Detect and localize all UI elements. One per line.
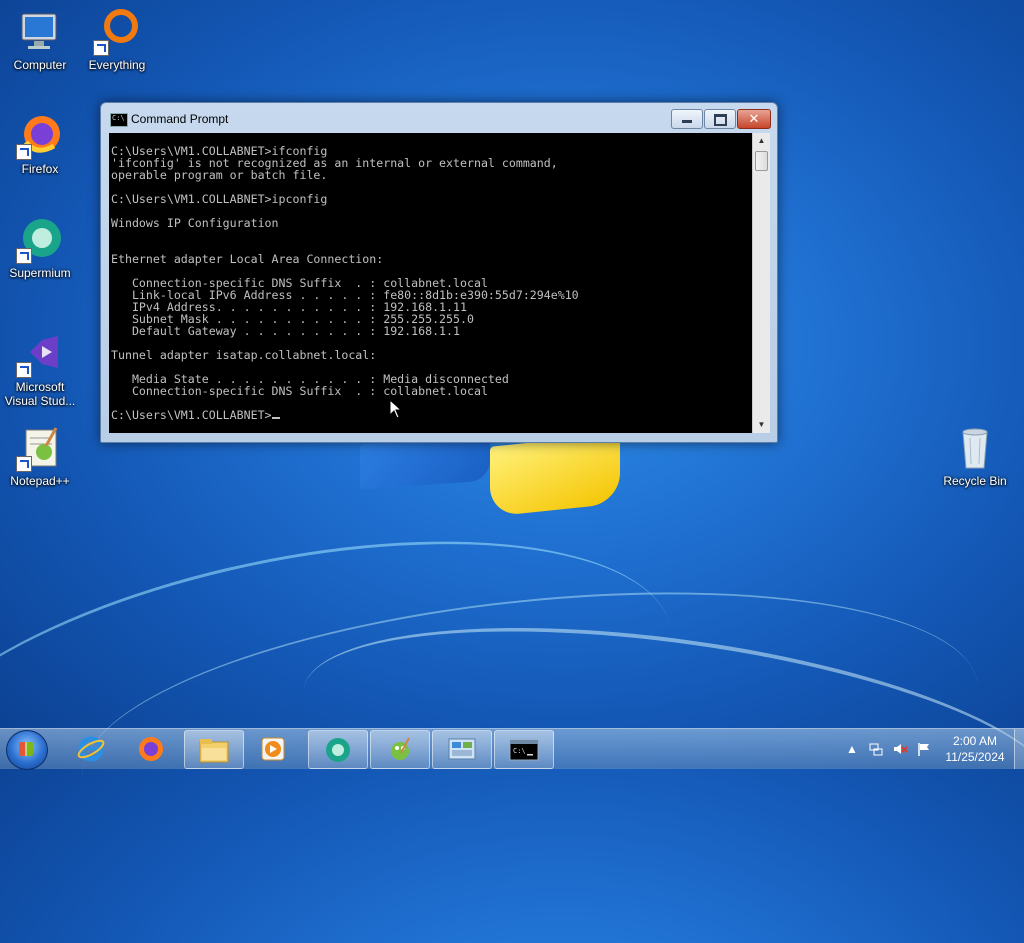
close-button[interactable] — [737, 109, 771, 129]
console-prompt: C:\Users\VM1.COLLABNET> — [111, 408, 272, 422]
shortcut-arrow-icon — [93, 40, 109, 56]
scroll-up-arrow-icon[interactable]: ▲ — [753, 133, 770, 149]
mouse-pointer-icon — [389, 399, 403, 419]
visual-studio-icon — [16, 330, 64, 378]
desktop-icon-supermium[interactable]: Supermium — [0, 216, 80, 280]
shortcut-arrow-icon — [16, 456, 32, 472]
taskbar-firefox[interactable] — [122, 730, 180, 767]
command-prompt-window[interactable]: Command Prompt C:\Users\VM1.COLLABNET>if… — [100, 102, 778, 443]
notepad-plus-plus-icon — [391, 737, 410, 760]
desktop-icon-label: Recycle Bin — [943, 474, 1007, 488]
taskbar-media-player[interactable] — [244, 730, 302, 767]
notepad-plus-plus-icon — [16, 424, 64, 472]
volume-muted-icon[interactable] — [892, 741, 908, 757]
cmd-window-icon — [110, 113, 128, 127]
desktop-icon-recycle-bin[interactable]: Recycle Bin — [935, 424, 1015, 488]
desktop-icon-label: Supermium — [9, 266, 71, 280]
desktop-icon-label: Microsoft Visual Stud... — [4, 380, 76, 408]
taskbar-clock[interactable]: 2:00 AM 11/25/2024 — [940, 733, 1010, 765]
supermium-icon — [326, 737, 350, 762]
desktop-icon-label: Everything — [88, 58, 146, 72]
taskbar-control-panel[interactable] — [432, 730, 492, 769]
maximize-button[interactable] — [704, 109, 736, 129]
desktop-icon-label: Computer — [13, 58, 67, 72]
console-output[interactable]: C:\Users\VM1.COLLABNET>ifconfig 'ifconfi… — [109, 133, 752, 433]
desktop-icon-visual-studio[interactable]: Microsoft Visual Stud... — [0, 330, 80, 408]
taskbar-notepad-plus-plus[interactable] — [370, 730, 430, 769]
desktop-icon-label: Notepad++ — [10, 474, 70, 488]
clock-date: 11/25/2024 — [945, 750, 1005, 764]
show-desktop-button[interactable] — [1014, 729, 1024, 769]
wallpaper-swoosh — [0, 480, 703, 943]
desktop-icon-notepad-plus-plus[interactable]: Notepad++ — [0, 424, 80, 488]
scroll-down-arrow-icon[interactable]: ▼ — [753, 417, 770, 433]
firefox-icon — [139, 736, 163, 761]
control-panel-icon — [448, 738, 476, 759]
svg-text:C:\: C:\ — [513, 747, 526, 755]
network-icon[interactable] — [868, 741, 884, 757]
supermium-icon — [16, 216, 64, 264]
internet-explorer-icon — [77, 736, 105, 761]
desktop-icon-firefox[interactable]: Firefox — [0, 112, 80, 176]
wallpaper-flag-blue — [360, 435, 490, 490]
desktop-icon-label: Firefox — [21, 162, 59, 176]
media-player-icon — [261, 737, 285, 760]
everything-icon — [93, 8, 141, 56]
show-hidden-icons-icon[interactable]: ▲ — [844, 741, 860, 757]
taskbar-internet-explorer[interactable] — [62, 730, 120, 767]
minimize-button[interactable] — [671, 109, 703, 129]
clock-time: 2:00 AM — [952, 734, 998, 748]
command-prompt-icon: C:\ — [509, 739, 539, 760]
window-titlebar[interactable]: Command Prompt — [101, 103, 777, 133]
console-text: C:\Users\VM1.COLLABNET>ifconfig 'ifconfi… — [111, 144, 579, 398]
shortcut-arrow-icon — [16, 248, 32, 264]
firefox-icon — [16, 112, 64, 160]
window-title: Command Prompt — [131, 112, 229, 126]
scrollbar-thumb[interactable] — [755, 151, 768, 171]
wallpaper-flag-yellow — [490, 433, 620, 517]
shortcut-arrow-icon — [16, 144, 32, 160]
recycle-bin-icon — [951, 424, 999, 472]
taskbar-supermium[interactable] — [308, 730, 368, 769]
taskbar-file-explorer[interactable] — [184, 730, 244, 769]
taskbar-command-prompt[interactable]: C:\ — [494, 730, 554, 769]
desktop-icon-everything[interactable]: Everything — [77, 8, 157, 72]
computer-icon — [16, 8, 64, 56]
vertical-scrollbar[interactable]: ▲ ▼ — [752, 133, 770, 433]
text-cursor — [271, 417, 280, 419]
action-center-flag-icon[interactable] — [916, 741, 932, 757]
start-button[interactable] — [6, 730, 48, 770]
desktop-icon-computer[interactable]: Computer — [0, 8, 80, 72]
folder-icon — [199, 738, 229, 762]
taskbar: C:\ ▲ 2:00 AM 11/25/2024 — [0, 728, 1024, 770]
shortcut-arrow-icon — [16, 362, 32, 378]
